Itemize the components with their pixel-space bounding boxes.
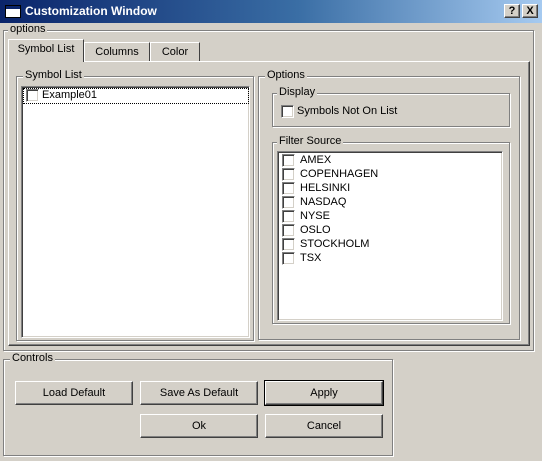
close-button[interactable]: X bbox=[522, 4, 538, 18]
controls-group: Controls bbox=[3, 352, 393, 456]
help-button[interactable]: ? bbox=[504, 4, 520, 18]
oslo-label: OSLO bbox=[300, 224, 331, 236]
symbol-list-group-label: Symbol List bbox=[23, 69, 84, 82]
symbols-not-on-list-label: Symbols Not On List bbox=[297, 105, 398, 117]
active-tab-join bbox=[9, 60, 83, 63]
copenhagen-label: COPENHAGEN bbox=[300, 168, 379, 180]
save-as-default-button[interactable]: Save As Default bbox=[140, 381, 258, 405]
options-subgroup-label: Options bbox=[265, 69, 307, 82]
copenhagen-checkbox[interactable] bbox=[282, 168, 295, 181]
window-title: Customization Window bbox=[25, 4, 157, 18]
display-group-label: Display bbox=[277, 86, 318, 99]
amex-checkbox[interactable] bbox=[282, 154, 295, 167]
tab-symbol-list[interactable]: Symbol List bbox=[8, 39, 84, 62]
cancel-button[interactable]: Cancel bbox=[265, 414, 383, 438]
apply-button[interactable]: Apply bbox=[264, 380, 384, 406]
window-icon bbox=[5, 5, 21, 18]
ok-button[interactable]: Ok bbox=[140, 414, 258, 438]
filter-source-list[interactable]: AMEX COPENHAGEN HELSINKI NASDAQ NYSE OSL… bbox=[277, 151, 503, 321]
tab-color[interactable]: Color bbox=[150, 42, 200, 62]
stockholm-label: STOCKHOLM bbox=[300, 238, 370, 250]
symbol-list-box[interactable]: Example01 bbox=[21, 86, 250, 338]
stockholm-checkbox[interactable] bbox=[282, 238, 295, 251]
list-item[interactable]: Example01 bbox=[23, 88, 249, 104]
tab-columns[interactable]: Columns bbox=[84, 42, 150, 62]
example01-label: Example01 bbox=[42, 89, 98, 101]
load-default-button[interactable]: Load Default bbox=[15, 381, 133, 405]
symbols-not-on-list-checkbox[interactable] bbox=[281, 105, 294, 118]
controls-group-label: Controls bbox=[10, 352, 55, 365]
options-group-label: options bbox=[8, 23, 48, 36]
nasdaq-label: NASDAQ bbox=[300, 196, 347, 208]
tsx-label: TSX bbox=[300, 252, 322, 264]
helsinki-checkbox[interactable] bbox=[282, 182, 295, 195]
helsinki-label: HELSINKI bbox=[300, 182, 351, 194]
nyse-checkbox[interactable] bbox=[282, 210, 295, 223]
nasdaq-checkbox[interactable] bbox=[282, 196, 295, 209]
example01-checkbox[interactable] bbox=[26, 89, 39, 102]
amex-label: AMEX bbox=[300, 154, 332, 166]
title-bar[interactable]: Customization Window ? X bbox=[0, 0, 542, 23]
tsx-checkbox[interactable] bbox=[282, 252, 295, 265]
oslo-checkbox[interactable] bbox=[282, 224, 295, 237]
filter-source-group-label: Filter Source bbox=[277, 135, 344, 148]
nyse-label: NYSE bbox=[300, 210, 330, 222]
